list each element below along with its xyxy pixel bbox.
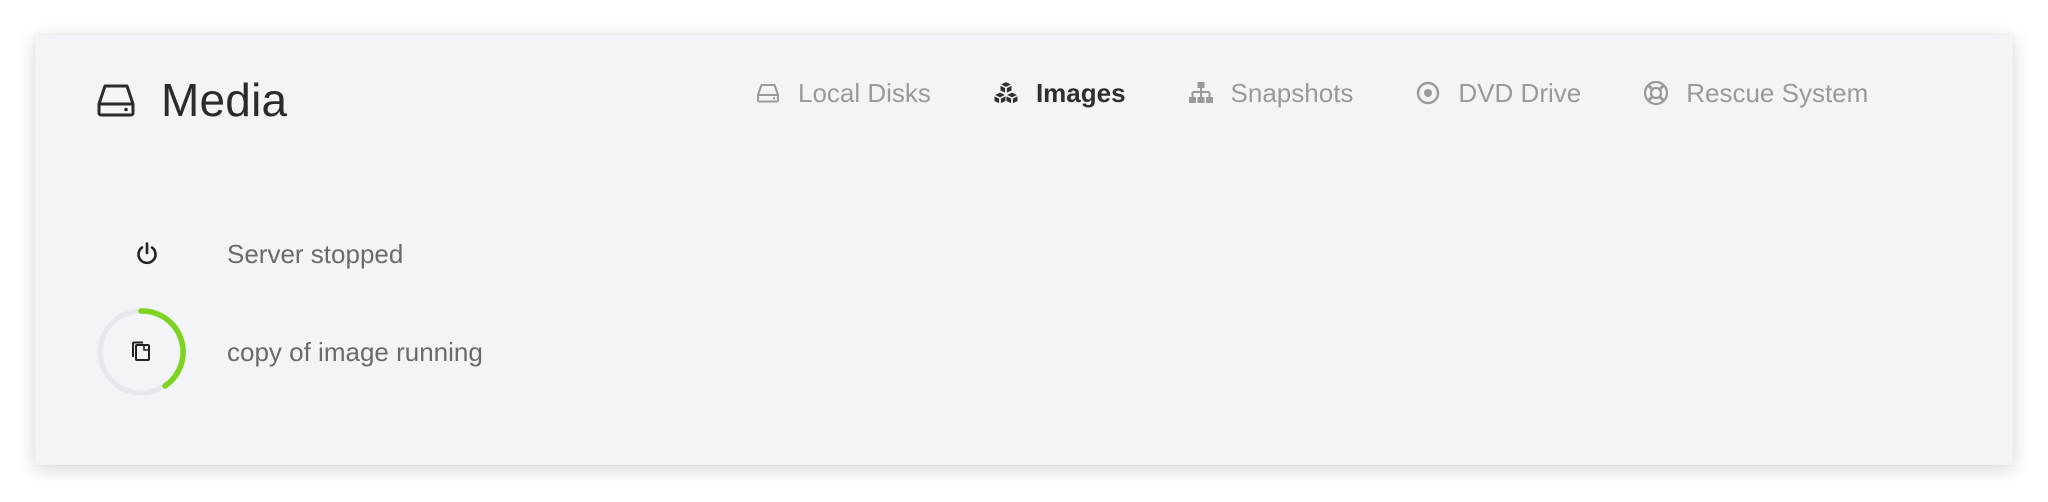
hard-drive-icon	[97, 84, 135, 117]
tab-label: Snapshots	[1230, 77, 1354, 108]
disc-icon	[1417, 81, 1440, 105]
status-text: Server stopped	[227, 238, 404, 269]
tab-label: Rescue System	[1686, 77, 1869, 108]
sitemap-icon	[1188, 82, 1213, 103]
status-item-copy: copy of image running	[97, 303, 483, 401]
tab-label: Images	[1035, 77, 1126, 108]
tab-images[interactable]: Images	[992, 65, 1126, 121]
page-title: Media	[161, 74, 288, 126]
power-icon	[137, 242, 157, 265]
status-text: copy of image running	[227, 336, 483, 367]
tab-snapshots[interactable]: Snapshots	[1188, 65, 1354, 121]
life-ring-icon	[1644, 80, 1669, 106]
media-panel: Media Local Disks Images Snapshots DVD D…	[35, 35, 2013, 465]
tab-dvd-drive[interactable]: DVD Drive	[1415, 65, 1581, 121]
tab-local-disks[interactable]: Local Disks	[755, 65, 931, 121]
panel-header: Media	[95, 73, 287, 127]
cubes-icon	[992, 80, 1019, 105]
tab-rescue-system[interactable]: Rescue System	[1643, 65, 1868, 121]
status-icon	[97, 303, 197, 401]
media-tabs: Local Disks Images Snapshots DVD Drive R…	[755, 65, 1930, 121]
status-icon	[97, 205, 197, 303]
copy-icon	[132, 341, 150, 361]
tab-label: DVD Drive	[1458, 77, 1582, 108]
hard-drive-icon	[757, 84, 779, 103]
status-item-server: Server stopped	[97, 205, 483, 303]
status-list: Server stopped copy of image running	[97, 205, 483, 401]
tab-label: Local Disks	[798, 77, 931, 108]
